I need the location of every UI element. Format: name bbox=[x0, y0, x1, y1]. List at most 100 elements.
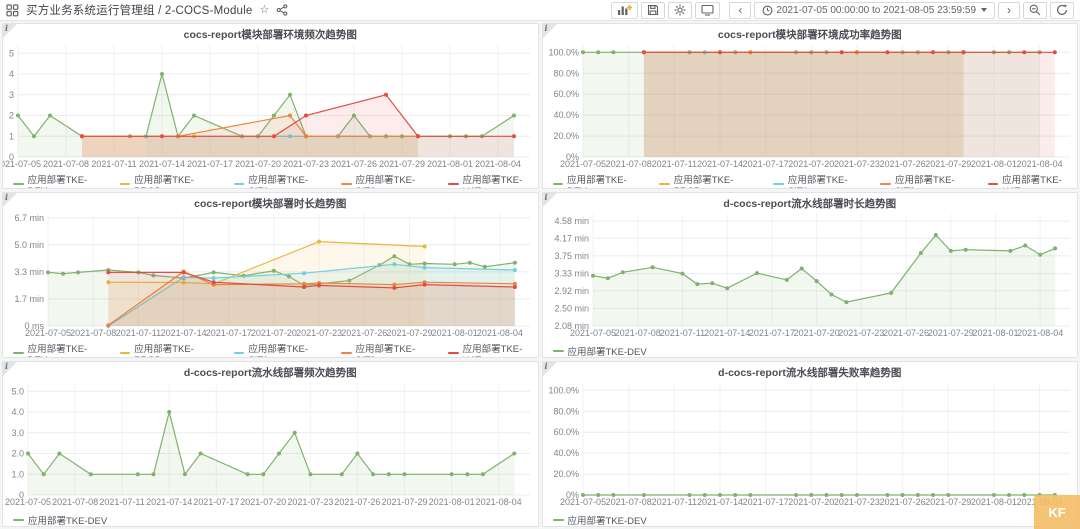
info-icon: i bbox=[545, 361, 548, 371]
svg-text:2021-07-20: 2021-07-20 bbox=[788, 159, 834, 169]
svg-text:5: 5 bbox=[9, 48, 14, 58]
panel-title[interactable]: d-cocs-report流水线部署频次趋势图 bbox=[3, 362, 538, 378]
legend-item[interactable]: 应用部署TKE-DEV bbox=[553, 344, 647, 358]
add-panel-icon bbox=[617, 4, 632, 16]
svg-text:2021-08-01: 2021-08-01 bbox=[429, 497, 475, 507]
panel-legend: 应用部署TKE-DEV应用部署TKE-PROD应用部署TKE-SIT1应用部署T… bbox=[543, 175, 1078, 189]
svg-text:2021-07-14: 2021-07-14 bbox=[704, 328, 750, 338]
svg-text:2021-07-26: 2021-07-26 bbox=[331, 159, 377, 169]
svg-text:3.33 min: 3.33 min bbox=[554, 269, 589, 279]
svg-text:3.75 min: 3.75 min bbox=[554, 251, 589, 261]
svg-text:2021-07-11: 2021-07-11 bbox=[651, 497, 696, 507]
info-icon: i bbox=[545, 192, 548, 202]
svg-text:2021-07-05: 2021-07-05 bbox=[5, 497, 51, 507]
svg-text:2021-07-26: 2021-07-26 bbox=[879, 497, 925, 507]
panel-info-corner[interactable]: i bbox=[3, 193, 17, 207]
svg-text:2021-07-23: 2021-07-23 bbox=[283, 159, 329, 169]
svg-text:20.0%: 20.0% bbox=[553, 469, 579, 479]
star-icon[interactable]: ☆ bbox=[259, 5, 269, 16]
chart-panel: i cocs-report模块部署环境频次趋势图 2021-07-052021-… bbox=[2, 23, 539, 189]
chart-area[interactable]: 2021-07-052021-07-082021-07-112021-07-14… bbox=[3, 209, 538, 344]
svg-text:2021-07-17: 2021-07-17 bbox=[206, 328, 252, 338]
time-range-back-button[interactable]: ‹ bbox=[729, 2, 751, 19]
panel-info-corner[interactable]: i bbox=[543, 362, 557, 376]
kf-floating-badge[interactable]: KF bbox=[1034, 495, 1080, 529]
time-range-forward-button[interactable]: › bbox=[998, 2, 1020, 19]
svg-text:2021-07-14: 2021-07-14 bbox=[696, 159, 742, 169]
svg-text:80.0%: 80.0% bbox=[553, 68, 579, 78]
legend-label: 应用部署TKE-DEV bbox=[568, 344, 647, 358]
svg-text:2: 2 bbox=[9, 111, 14, 121]
chart-area[interactable]: 2021-07-052021-07-082021-07-112021-07-14… bbox=[3, 40, 538, 175]
refresh-button[interactable] bbox=[1050, 2, 1074, 19]
svg-text:2021-07-11: 2021-07-11 bbox=[651, 159, 696, 169]
svg-text:2021-07-20: 2021-07-20 bbox=[793, 328, 839, 338]
apps-grid-icon[interactable] bbox=[6, 4, 19, 17]
zoom-out-icon bbox=[1029, 4, 1041, 16]
svg-text:2021-08-04: 2021-08-04 bbox=[477, 328, 523, 338]
legend-item[interactable]: 应用部署TKE-DEV bbox=[13, 513, 107, 527]
legend-color-dash bbox=[13, 183, 24, 185]
panel-info-corner[interactable]: i bbox=[3, 24, 17, 38]
legend-color-dash bbox=[553, 519, 564, 521]
svg-text:40.0%: 40.0% bbox=[553, 448, 579, 458]
svg-text:2021-07-08: 2021-07-08 bbox=[43, 159, 89, 169]
chart-area[interactable]: 2021-07-052021-07-082021-07-112021-07-14… bbox=[543, 40, 1078, 175]
svg-text:2021-07-20: 2021-07-20 bbox=[240, 497, 286, 507]
chart-area[interactable]: 2021-07-052021-07-082021-07-112021-07-14… bbox=[543, 378, 1078, 513]
chart-panel: i cocs-report模块部署时长趋势图 2021-07-052021-07… bbox=[2, 192, 539, 358]
svg-text:100.0%: 100.0% bbox=[548, 385, 579, 395]
svg-text:20.0%: 20.0% bbox=[553, 131, 579, 141]
save-dashboard-button[interactable] bbox=[641, 2, 665, 19]
chart-area[interactable]: 2021-07-052021-07-082021-07-112021-07-14… bbox=[3, 378, 538, 513]
svg-text:4.58 min: 4.58 min bbox=[554, 216, 589, 226]
panel-legend: 应用部署TKE-DEV应用部署TKE-PROD应用部署TKE-SIT1应用部署T… bbox=[3, 175, 538, 189]
legend-color-dash bbox=[553, 183, 564, 185]
chart-area[interactable]: 2021-07-052021-07-082021-07-112021-07-14… bbox=[543, 209, 1078, 344]
svg-text:2.08 min: 2.08 min bbox=[554, 321, 589, 331]
info-icon: i bbox=[5, 23, 8, 33]
svg-text:2.50 min: 2.50 min bbox=[554, 303, 589, 313]
legend-color-dash bbox=[13, 519, 24, 521]
panel-info-corner[interactable]: i bbox=[543, 24, 557, 38]
svg-text:2.92 min: 2.92 min bbox=[554, 286, 589, 296]
panel-info-corner[interactable]: i bbox=[543, 193, 557, 207]
svg-text:2021-07-23: 2021-07-23 bbox=[838, 328, 884, 338]
chart-panel: i d-cocs-report流水线部署时长趋势图 2021-07-052021… bbox=[542, 192, 1079, 358]
legend-item[interactable]: 应用部署TKE-DEV bbox=[553, 513, 647, 527]
svg-text:2021-07-14: 2021-07-14 bbox=[139, 159, 185, 169]
legend-color-dash bbox=[448, 183, 459, 185]
dashboard-settings-button[interactable] bbox=[668, 2, 692, 19]
panel-title[interactable]: d-cocs-report流水线部署失败率趋势图 bbox=[543, 362, 1078, 378]
svg-text:2021-07-29: 2021-07-29 bbox=[386, 328, 432, 338]
panel-info-corner[interactable]: i bbox=[3, 362, 17, 376]
add-panel-button[interactable] bbox=[611, 2, 638, 19]
panel-title[interactable]: cocs-report模块部署环境成功率趋势图 bbox=[543, 24, 1078, 40]
svg-text:2021-08-01: 2021-08-01 bbox=[970, 159, 1016, 169]
panel-title[interactable]: d-cocs-report流水线部署时长趋势图 bbox=[543, 193, 1078, 209]
time-range-picker[interactable]: 2021-07-05 00:00:00 to 2021-08-05 23:59:… bbox=[754, 2, 995, 19]
svg-text:100.0%: 100.0% bbox=[548, 47, 579, 57]
panel-title[interactable]: cocs-report模块部署时长趋势图 bbox=[3, 193, 538, 209]
svg-text:2021-07-29: 2021-07-29 bbox=[925, 159, 971, 169]
svg-text:2021-07-11: 2021-07-11 bbox=[99, 497, 144, 507]
svg-text:2021-08-01: 2021-08-01 bbox=[432, 328, 478, 338]
svg-text:2021-07-23: 2021-07-23 bbox=[833, 159, 879, 169]
share-icon[interactable] bbox=[276, 4, 288, 16]
svg-text:2021-08-04: 2021-08-04 bbox=[1016, 159, 1062, 169]
svg-text:0: 0 bbox=[19, 490, 24, 500]
legend-color-dash bbox=[659, 183, 670, 185]
chart-panel: i d-cocs-report流水线部署频次趋势图 2021-07-052021… bbox=[2, 361, 539, 527]
svg-text:1.0: 1.0 bbox=[11, 469, 24, 479]
svg-text:60.0%: 60.0% bbox=[553, 89, 579, 99]
breadcrumb[interactable]: 买方业务系统运行管理组 / 2-COCS-Module bbox=[26, 2, 252, 18]
svg-text:3: 3 bbox=[9, 90, 14, 100]
chevron-left-icon: ‹ bbox=[738, 4, 742, 16]
cycle-view-mode-button[interactable] bbox=[695, 2, 720, 19]
top-bar: 买方业务系统运行管理组 / 2-COCS-Module ☆ bbox=[0, 0, 1080, 21]
legend-color-dash bbox=[341, 183, 352, 185]
svg-text:2021-08-01: 2021-08-01 bbox=[427, 159, 473, 169]
save-icon bbox=[647, 4, 659, 16]
panel-title[interactable]: cocs-report模块部署环境频次趋势图 bbox=[3, 24, 538, 40]
zoom-out-time-button[interactable] bbox=[1023, 2, 1047, 19]
